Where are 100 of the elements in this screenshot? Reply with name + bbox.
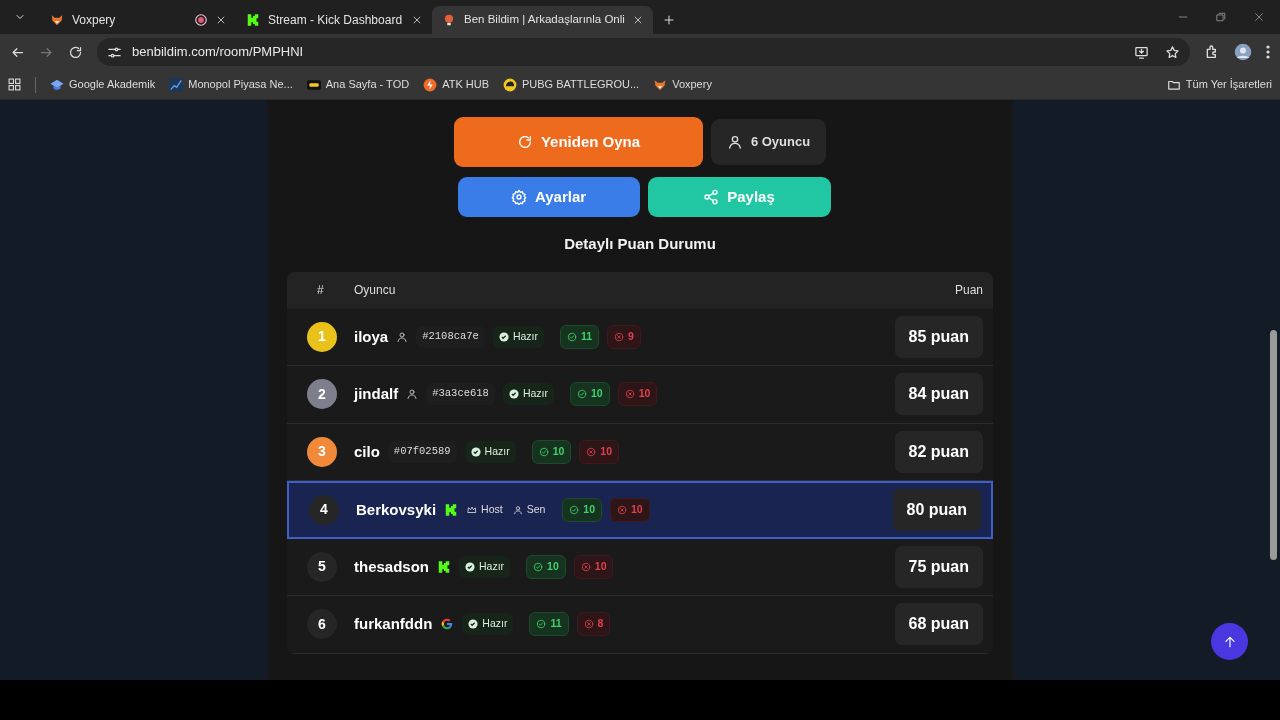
scrollbar-thumb[interactable] xyxy=(1270,330,1277,560)
star-icon xyxy=(1165,44,1180,60)
rank-badge: 6 xyxy=(307,609,337,640)
check-circle-icon xyxy=(508,389,519,400)
correct-count: 10 xyxy=(562,497,603,522)
gear-icon xyxy=(510,189,527,205)
arrow-up-icon xyxy=(1222,634,1237,649)
check-circle-icon xyxy=(567,331,577,342)
bolt-icon xyxy=(423,77,438,92)
player-id-tag: #07f02589 xyxy=(387,440,457,463)
ready-status: Hazır xyxy=(459,555,511,578)
bookmark[interactable]: Ana Sayfa - TOD xyxy=(306,76,410,93)
player-id-tag: #3a3ce618 xyxy=(426,383,495,406)
bookmark[interactable]: ATK HUB xyxy=(423,76,489,93)
correct-count: 10 xyxy=(531,439,572,464)
score-label: 84 puan xyxy=(894,373,983,416)
player-name: furkanfddn xyxy=(354,614,433,634)
wrong-count: 10 xyxy=(610,497,650,522)
check-circle-icon xyxy=(577,389,587,400)
ready-status: Hazır xyxy=(464,440,516,463)
more-icon[interactable] xyxy=(1266,44,1270,60)
user-icon xyxy=(726,134,743,150)
cap-icon xyxy=(50,77,64,92)
check-circle-icon xyxy=(533,561,544,572)
score-label: 80 puan xyxy=(892,488,981,531)
check-circle-icon xyxy=(569,504,580,515)
k-logo-icon xyxy=(246,13,260,27)
check-circle-icon xyxy=(498,331,509,342)
tod-logo-icon xyxy=(306,77,321,92)
correct-count: 10 xyxy=(570,382,610,407)
check-circle-icon xyxy=(536,619,547,630)
wrong-count: 10 xyxy=(617,382,658,407)
avatar-icon[interactable] xyxy=(1234,43,1252,61)
helmet-icon xyxy=(503,77,517,92)
wrong-count: 9 xyxy=(607,324,641,349)
browser-tab[interactable]: Voxpery xyxy=(40,6,236,34)
check-circle-icon xyxy=(468,619,479,630)
check-circle-icon xyxy=(538,446,549,457)
player-name: iloya xyxy=(354,326,389,347)
url-text: benbildim.com/room/PMPHNI xyxy=(132,43,304,62)
column-header: Oyuncu xyxy=(354,282,396,299)
correct-count: 11 xyxy=(529,612,569,637)
x-circle-icon xyxy=(586,446,597,457)
column-header: Puan xyxy=(954,282,983,299)
refresh-icon xyxy=(516,134,533,150)
new-tab-icon[interactable] xyxy=(662,14,675,26)
ready-status: Hazır xyxy=(492,325,544,348)
correct-count: 10 xyxy=(526,554,566,579)
g-logo-icon xyxy=(440,617,455,632)
section-title: Detaylı Puan Durumu xyxy=(564,234,716,254)
share-icon xyxy=(703,189,720,205)
install-icon xyxy=(1134,44,1149,60)
browser-tab[interactable]: Stream - Kick Dashboard xyxy=(236,6,432,34)
k-logo-icon xyxy=(437,559,451,574)
player-id-tag: #2108ca7e xyxy=(416,325,485,348)
column-header: # xyxy=(316,282,325,299)
rank-badge: 5 xyxy=(307,551,337,582)
rank-badge: 2 xyxy=(307,379,337,410)
fox-icon xyxy=(50,13,64,27)
all-bookmarks[interactable]: Tüm Yer İşaretleri xyxy=(1166,76,1272,93)
reload-icon[interactable] xyxy=(68,44,83,60)
you-label: Sen xyxy=(511,498,547,521)
user-icon xyxy=(406,388,419,401)
settings-button[interactable]: Ayarlar xyxy=(457,177,640,217)
close-icon[interactable] xyxy=(632,15,643,25)
player-name: Berkovsyki xyxy=(356,499,437,520)
bookmark[interactable]: Google Akademik xyxy=(50,76,156,93)
x-circle-icon xyxy=(580,561,591,572)
check-circle-icon xyxy=(470,446,481,457)
x-circle-icon xyxy=(624,389,635,400)
wrong-count: 8 xyxy=(576,612,611,637)
scroll-top-button[interactable] xyxy=(1211,623,1248,660)
ready-status: Hazır xyxy=(462,613,514,636)
bookmark[interactable]: Voxpery xyxy=(653,76,712,93)
user-icon xyxy=(512,504,523,515)
rank-badge: 4 xyxy=(309,494,339,525)
x-circle-icon xyxy=(583,619,594,630)
bookmark[interactable]: PUBG BATTLEGROU... xyxy=(503,76,640,93)
ready-status: Hazır xyxy=(502,383,554,406)
rank-badge: 3 xyxy=(307,436,337,467)
score-label: 85 puan xyxy=(894,315,983,358)
k-logo-icon xyxy=(444,502,459,517)
score-label: 68 puan xyxy=(894,603,983,646)
player-count: 6 Oyuncu xyxy=(711,119,826,165)
score-label: 75 puan xyxy=(894,545,983,588)
x-circle-icon xyxy=(617,504,628,515)
bookmark[interactable]: Monopol Piyasa Ne... xyxy=(169,76,293,93)
user-icon xyxy=(396,330,409,343)
x-circle-icon xyxy=(614,331,625,342)
wrong-count: 10 xyxy=(579,439,620,464)
restore-icon[interactable] xyxy=(1216,12,1226,22)
check-circle-icon xyxy=(465,561,475,572)
address-bar[interactable]: benbildim.com/room/PMPHNI xyxy=(97,38,1190,66)
bulb-icon xyxy=(442,13,456,27)
host-label: Host xyxy=(466,498,504,521)
rank-badge: 1 xyxy=(307,321,337,352)
score-label: 82 puan xyxy=(894,430,983,473)
close-icon[interactable] xyxy=(1254,12,1264,22)
wrong-count: 10 xyxy=(573,554,614,579)
browser-tab[interactable]: Ben Bildim | Arkadaşlarınla Onli xyxy=(432,6,653,34)
